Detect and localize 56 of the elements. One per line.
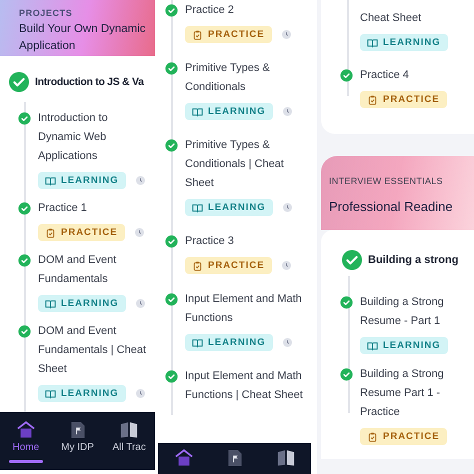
- clipboard-icon: [192, 30, 203, 40]
- clipboard-icon: [367, 94, 378, 104]
- module-title[interactable]: Introduction to JS & Va: [35, 76, 144, 88]
- section-title: Application: [19, 40, 76, 52]
- section-label: PROJECTS: [19, 8, 74, 18]
- lesson-title[interactable]: Practice 2: [185, 1, 238, 20]
- clipboard-icon: [192, 260, 203, 270]
- lesson-title[interactable]: Building a Strong Resume - Part 1: [360, 293, 474, 331]
- lesson-title[interactable]: Practice 1: [38, 199, 91, 218]
- book-icon: [45, 176, 56, 186]
- lesson-title[interactable]: Cheat Sheet: [360, 9, 426, 28]
- lesson-type-tag: LEARNING: [360, 337, 448, 354]
- module-title[interactable]: Building a strong: [368, 254, 458, 266]
- section-title: Professional Readine: [329, 199, 454, 214]
- document-flag-icon: [68, 421, 86, 438]
- lesson-title[interactable]: Input Element and Math Functions: [185, 290, 311, 328]
- lesson-type-tag: PRACTICE: [185, 26, 272, 43]
- lesson-type-tag: LEARNING: [38, 172, 126, 189]
- book-icon: [192, 338, 203, 348]
- section-title: Build Your Own Dynamic: [19, 23, 147, 35]
- lesson-type-tag: PRACTICE: [360, 91, 447, 108]
- clipboard-icon: [45, 228, 56, 238]
- lesson-title[interactable]: Introduction to Dynamic Web Applications: [38, 109, 155, 166]
- book-icon: [276, 449, 294, 466]
- lesson-title[interactable]: DOM and Event Fundamentals: [38, 251, 155, 289]
- section-label: INTERVIEW ESSENTIALS: [329, 176, 444, 186]
- lesson-type-tag: LEARNING: [38, 295, 126, 312]
- book-icon: [45, 388, 56, 398]
- lesson-type-tag: PRACTICE: [185, 257, 272, 274]
- lesson-type-tag: LEARNING: [185, 103, 273, 120]
- book-icon: [192, 106, 203, 116]
- document-flag-icon: [226, 449, 244, 466]
- lesson-type-tag: LEARNING: [185, 199, 273, 216]
- lesson-title[interactable]: Input Element and Math Functions | Cheat Sheet: [185, 367, 311, 405]
- home-icon: [16, 421, 35, 438]
- lesson-title[interactable]: Primitive Types & Conditionals | Cheat Sheet: [185, 136, 311, 193]
- lesson-title[interactable]: DOM and Event Fundamentals | Cheat Sheet: [38, 322, 155, 379]
- clipboard-icon: [367, 432, 378, 442]
- lesson-title[interactable]: Practice 4: [360, 66, 413, 85]
- nav-tab[interactable]: All Trac: [103, 412, 155, 470]
- book-icon: [367, 38, 378, 48]
- lesson-type-tag: LEARNING: [38, 385, 126, 402]
- lesson-type-tag: PRACTICE: [360, 428, 447, 445]
- lesson-title[interactable]: Practice 3: [185, 232, 238, 251]
- nav-tab[interactable]: Home: [0, 412, 52, 470]
- lesson-type-tag: PRACTICE: [38, 224, 125, 241]
- home-icon: [174, 449, 192, 466]
- book-icon: [192, 202, 203, 212]
- book-icon: [45, 298, 56, 308]
- lesson-type-tag: LEARNING: [360, 34, 448, 51]
- lesson-type-tag: LEARNING: [185, 334, 273, 351]
- book-icon: [367, 340, 378, 350]
- nav-tab[interactable]: My IDP: [52, 412, 104, 470]
- book-icon: [120, 421, 138, 438]
- lesson-title[interactable]: Building a Strong Resume Part 1 - Practice: [360, 365, 474, 422]
- lesson-title[interactable]: Primitive Types & Conditionals: [185, 59, 311, 97]
